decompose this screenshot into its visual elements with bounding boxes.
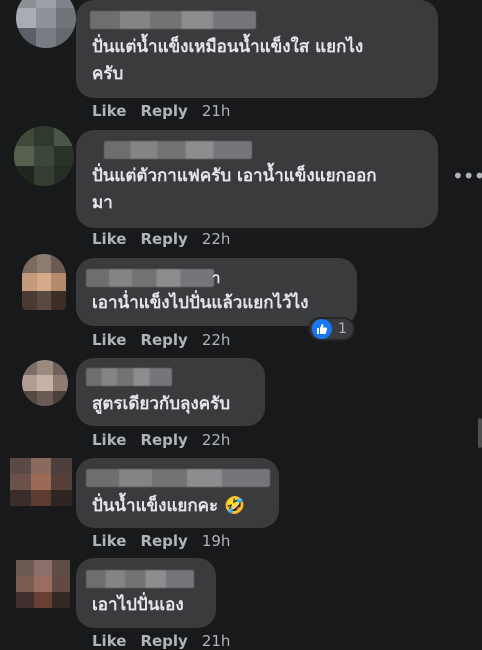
comment-text-line: ปั่นแต่ตัวกาแฟครับ เอาน้ำแข็งแยกออก: [92, 166, 377, 186]
like-button[interactable]: Like: [92, 532, 126, 550]
comment-text-line: ครับ: [92, 64, 124, 84]
comment-bubble: า เอาน่ำแข็งไปปั่นแล้วแยกไว้ไง: [76, 258, 357, 326]
comment-bubble: ปั่นน้ำแข็งแยกคะ 🤣: [76, 458, 279, 528]
comment-actions: Like Reply 22h: [92, 431, 230, 449]
author-name-tail: า: [212, 269, 221, 287]
like-button[interactable]: Like: [92, 102, 126, 120]
timestamp[interactable]: 22h: [202, 331, 231, 349]
rofl-emoji-icon: 🤣: [224, 496, 246, 516]
author-name[interactable]: [86, 469, 270, 487]
like-button[interactable]: Like: [92, 431, 126, 449]
author-name[interactable]: [104, 141, 252, 159]
timestamp[interactable]: 21h: [202, 102, 231, 120]
like-button[interactable]: Like: [92, 632, 126, 650]
like-button[interactable]: Like: [92, 331, 126, 349]
scrollbar[interactable]: [478, 418, 482, 448]
comment-actions: Like Reply 21h: [92, 632, 230, 650]
author-name[interactable]: [86, 269, 214, 287]
comment-text-line: มา: [92, 193, 113, 213]
author-name[interactable]: [86, 368, 172, 386]
reply-button[interactable]: Reply: [140, 230, 187, 248]
comment-text: ปั่นน้ำแข็งแยกคะ 🤣: [92, 493, 245, 520]
reply-button[interactable]: Reply: [140, 632, 187, 650]
timestamp[interactable]: 22h: [202, 230, 231, 248]
comment-actions: Like Reply 22h: [92, 230, 230, 248]
timestamp[interactable]: 22h: [202, 431, 231, 449]
avatar[interactable]: [10, 458, 72, 506]
comment-text: สูตรเดียวกับลุงครับ: [92, 394, 231, 414]
comment-text: เอาน่ำแข็งไปปั่นแล้วแยกไว้ไง: [92, 293, 309, 313]
reply-button[interactable]: Reply: [140, 331, 187, 349]
comment-actions: Like Reply 22h: [92, 331, 230, 349]
comment-bubble: สูตรเดียวกับลุงครับ: [76, 358, 265, 426]
reaction-count-value: 1: [338, 321, 347, 337]
comment-text-body: ปั่นน้ำแข็งแยกคะ: [92, 496, 219, 516]
comment-text-line: ปั่นแต่น้ำแข็งเหมือนน้ำแข็งใส แยกไง: [92, 37, 364, 57]
timestamp[interactable]: 19h: [202, 532, 231, 550]
more-options-icon[interactable]: •••: [452, 164, 482, 188]
avatar[interactable]: [16, 0, 76, 48]
avatar[interactable]: [14, 126, 74, 186]
author-name[interactable]: [86, 570, 194, 588]
avatar[interactable]: [16, 560, 70, 608]
reply-button[interactable]: Reply: [140, 102, 187, 120]
like-reaction-icon: [312, 319, 332, 339]
avatar[interactable]: [22, 254, 66, 310]
comment-text: ปั่นแต่น้ำแข็งเหมือนน้ำแข็งใส แยกไง ครับ: [92, 34, 363, 88]
reaction-count[interactable]: 1: [308, 317, 355, 341]
avatar[interactable]: [22, 360, 68, 406]
like-button[interactable]: Like: [92, 230, 126, 248]
comment-actions: Like Reply 19h: [92, 532, 230, 550]
reply-button[interactable]: Reply: [140, 532, 187, 550]
reply-button[interactable]: Reply: [140, 431, 187, 449]
comment-text: เอาไปปั่นเอง: [92, 595, 184, 615]
author-name[interactable]: [90, 11, 256, 29]
comment-text: ปั่นแต่ตัวกาแฟครับ เอาน้ำแข็งแยกออก มา: [92, 163, 377, 217]
comment-bubble: ปั่นแต่ตัวกาแฟครับ เอาน้ำแข็งแยกออก มา: [76, 130, 438, 228]
comment-bubble: ปั่นแต่น้ำแข็งเหมือนน้ำแข็งใส แยกไง ครับ: [76, 0, 438, 98]
comment-actions: Like Reply 21h: [92, 102, 230, 120]
timestamp[interactable]: 21h: [202, 632, 231, 650]
comment-bubble: เอาไปปั่นเอง: [76, 558, 216, 628]
